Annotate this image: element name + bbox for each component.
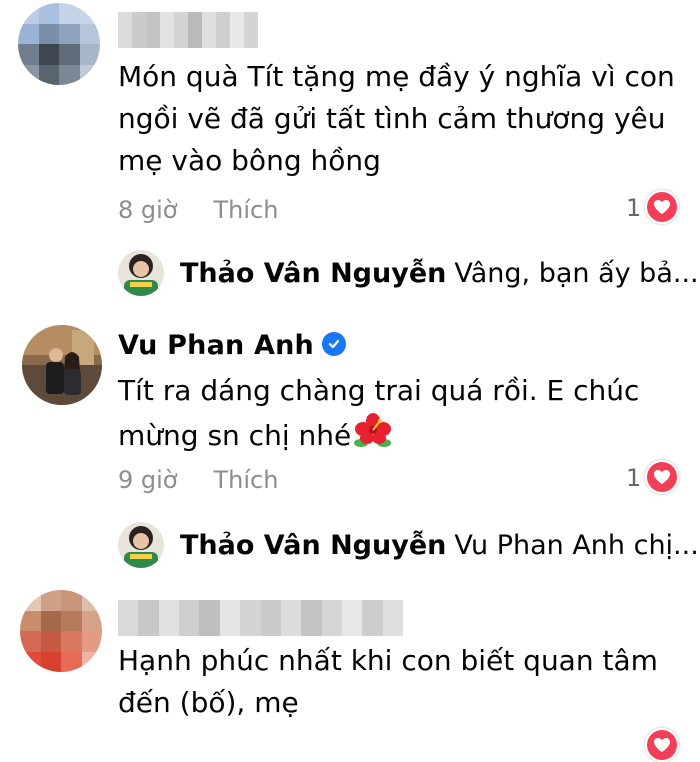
like-button[interactable]: Thích <box>213 196 278 224</box>
comment-line: đến (bố), mẹ <box>118 686 299 719</box>
verified-badge-icon <box>321 331 346 356</box>
comment-line: Món quà Tít tặng mẹ đầy ý nghĩa vì con <box>118 60 675 93</box>
comment-time[interactable]: 9 giờ <box>118 466 177 494</box>
heart-icon[interactable] <box>645 460 679 494</box>
comment-line: Hạnh phúc nhất khi con biết quan tâm <box>118 644 658 677</box>
hibiscus-emoji-icon <box>353 412 393 462</box>
reply-author[interactable]: Thảo Vân Nguyễn <box>180 530 446 561</box>
comment-text: Hạnh phúc nhất khi con biết quan tâm đến… <box>118 640 658 724</box>
comment-meta: 9 giờ Thích <box>118 466 278 494</box>
comment-line: mừng sn chị nhé <box>118 412 639 462</box>
commenter-avatar[interactable] <box>22 325 102 405</box>
commenter-name[interactable]: Vu Phan Anh <box>118 330 346 361</box>
reply-preview[interactable]: Thảo Vân Nguyễn Vu Phan Anh chị... <box>118 522 699 568</box>
reaction-count[interactable]: 1 <box>626 464 641 492</box>
reply-preview[interactable]: Thảo Vân Nguyễn Vâng, bạn ấy bả... <box>118 250 699 296</box>
commenter-avatar-blurred[interactable] <box>18 3 100 85</box>
comment-line: ngồi vẽ đã gửi tất tình cảm thương yêu <box>118 102 666 135</box>
comment-line: mẹ vào bông hồng <box>118 144 381 177</box>
heart-icon[interactable] <box>645 190 679 224</box>
commenter-name-blurred[interactable] <box>118 600 403 636</box>
reply-text: Vu Phan Anh chị... <box>454 529 699 561</box>
comment-text: Tít ra dáng chàng trai quá rồi. E chúc m… <box>118 370 639 462</box>
reply-text: Vâng, bạn ấy bả... <box>454 257 699 289</box>
commenter-name-text[interactable]: Vu Phan Anh <box>118 330 314 361</box>
reply-avatar[interactable] <box>118 250 164 296</box>
heart-icon[interactable] <box>645 728 679 762</box>
commenter-avatar-blurred[interactable] <box>20 590 102 672</box>
reply-author[interactable]: Thảo Vân Nguyễn <box>180 258 446 289</box>
reply-avatar[interactable] <box>118 522 164 568</box>
reaction-count[interactable]: 1 <box>626 194 641 222</box>
comment-time[interactable]: 8 giờ <box>118 196 177 224</box>
like-button[interactable]: Thích <box>213 466 278 494</box>
comment-meta: 8 giờ Thích <box>118 196 278 224</box>
comment-text: Món quà Tít tặng mẹ đầy ý nghĩa vì con n… <box>118 56 675 182</box>
comment-line: Tít ra dáng chàng trai quá rồi. E chúc <box>118 374 640 407</box>
commenter-name-blurred[interactable] <box>118 12 258 48</box>
